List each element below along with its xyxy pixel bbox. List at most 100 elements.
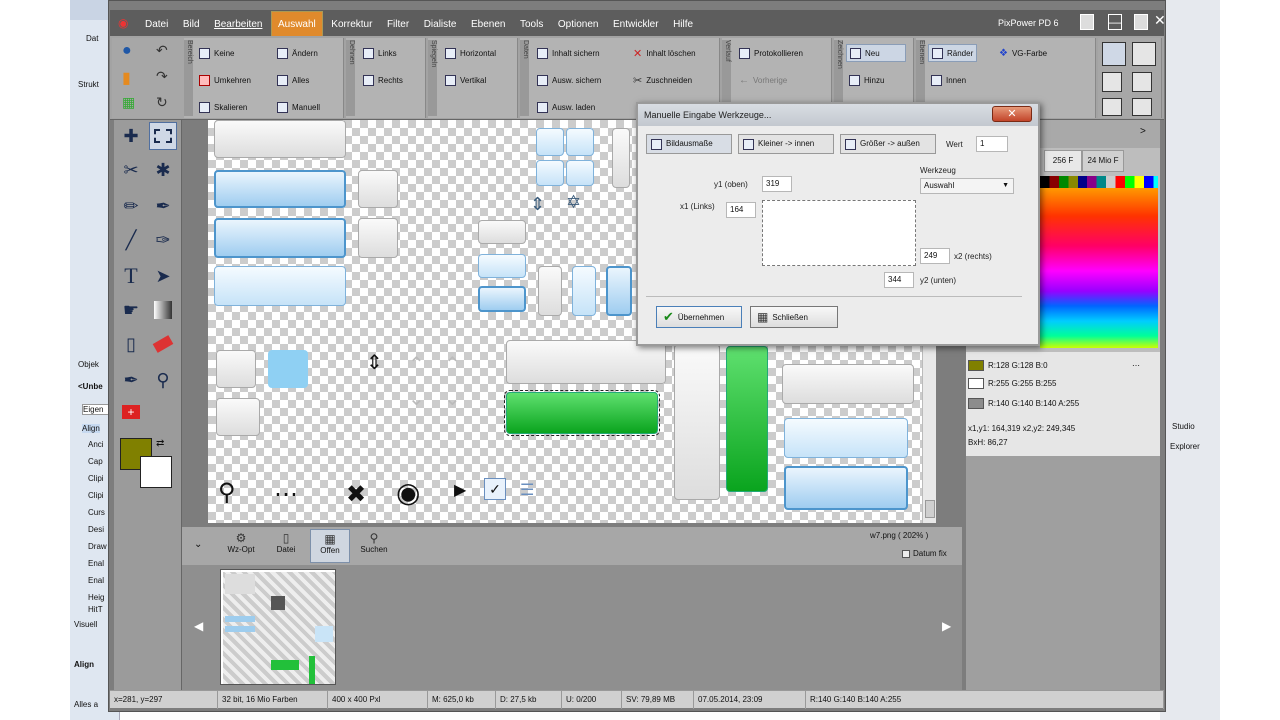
uebernehmen-button[interactable]: ✔ Übernehmen [656, 306, 742, 328]
background-color-swatch[interactable] [140, 456, 172, 488]
rect-select-tool[interactable] [149, 122, 177, 150]
gear-icon: ⚙ [235, 531, 247, 545]
color-palette-grid[interactable] [1040, 176, 1158, 348]
refresh-icon[interactable]: ↻ [156, 94, 168, 111]
prev-arrow-icon[interactable]: ◀ [194, 619, 203, 633]
menu-hilfe[interactable]: Hilfe [667, 12, 699, 38]
innen-button[interactable]: Innen [928, 71, 969, 89]
schliessen-button[interactable]: ▦ Schließen [750, 306, 838, 328]
fit-icon[interactable] [1132, 42, 1156, 66]
links-button[interactable]: Links [360, 44, 400, 62]
menu-ebenen[interactable]: Ebenen [465, 12, 511, 38]
vertikal-button[interactable]: Vertikal [442, 71, 489, 89]
open-icon[interactable]: ▮ [122, 68, 131, 88]
tab-kleiner[interactable]: Kleiner -> innen [738, 134, 834, 154]
user-icon[interactable]: ● [122, 42, 132, 60]
maximize-icon[interactable] [1134, 14, 1148, 30]
fullscreen-icon[interactable] [1102, 42, 1126, 66]
chevron-right-icon[interactable]: > [1140, 126, 1146, 137]
menu-datei[interactable]: Datei [139, 12, 174, 38]
raender-button[interactable]: Ränder [928, 44, 978, 62]
magic-wand-tool[interactable]: ✱ [149, 156, 177, 184]
eyedropper-tool[interactable]: ✑ [149, 226, 177, 254]
ausw-laden-button[interactable]: Ausw. laden [534, 98, 598, 116]
redo-icon[interactable]: ↷ [156, 68, 168, 85]
y2-input[interactable]: 344 [884, 272, 914, 288]
protokollieren-button[interactable]: Protokollieren [736, 44, 806, 62]
umkehren-button[interactable]: Umkehren [196, 71, 254, 89]
more-icon[interactable]: ⋯ [1132, 361, 1140, 370]
x2-input[interactable]: 249 [920, 248, 950, 264]
crop-tool[interactable]: ✂ [117, 156, 145, 184]
dialog-title-bar[interactable]: Manuelle Eingabe Werkzeuge... [638, 104, 1038, 126]
rechts-button[interactable]: Rechts [360, 71, 406, 89]
aendern-button[interactable]: Ändern [274, 44, 321, 62]
neu-button[interactable]: Neu [846, 44, 906, 62]
wert-input[interactable]: 1 [976, 136, 1008, 152]
eraser-tool[interactable] [149, 330, 177, 358]
clone-tool[interactable]: ▯ [117, 330, 145, 358]
zuschneiden-button[interactable]: ✂ Zuschneiden [630, 71, 695, 89]
manuell-button[interactable]: Manuell [274, 98, 323, 116]
fill-tool[interactable]: ➤ [149, 262, 177, 290]
brush-tool[interactable]: ✏ [117, 192, 145, 220]
menu-optionen[interactable]: Optionen [552, 12, 605, 38]
tab-24mio[interactable]: 24 Mio F [1082, 150, 1124, 172]
menu-dialiste[interactable]: Dialiste [418, 12, 463, 38]
swap-colors-icon[interactable]: ⇄ [156, 438, 164, 449]
datei-button[interactable]: ▯ Datei [266, 529, 306, 563]
x1-input[interactable]: 164 [726, 202, 756, 218]
zoom-tool[interactable]: ⚲ [149, 366, 177, 394]
move-selection-tool[interactable]: ✚ [117, 122, 145, 150]
swatch-label: R:140 G:140 B:140 A:255 [988, 398, 1080, 408]
close-icon[interactable]: ✕ [1154, 12, 1166, 29]
tab-bildausmasse[interactable]: Bildausmaße [646, 134, 732, 154]
keine-button[interactable]: Keine [196, 44, 237, 62]
scrollbar-thumb[interactable] [925, 500, 935, 518]
app-icon[interactable]: ◉ [110, 10, 136, 36]
dodge-tool[interactable]: ☛ [117, 296, 145, 324]
horizontal-button[interactable]: Horizontal [442, 44, 499, 62]
offen-button[interactable]: ▦ Offen [310, 529, 350, 563]
print-icon[interactable]: ▦ [122, 94, 135, 111]
ausw-sichern-button[interactable]: Ausw. sichern [534, 71, 604, 89]
tab-256[interactable]: 256 F [1044, 150, 1082, 172]
menu-bearbeiten[interactable]: Bearbeiten [208, 12, 268, 38]
alles-button[interactable]: Alles [274, 71, 312, 89]
minimize-icon[interactable]: — [1108, 14, 1122, 30]
table-icon[interactable] [1132, 72, 1152, 92]
pen-tool[interactable]: ✒ [149, 192, 177, 220]
text-tool[interactable]: T [117, 262, 145, 290]
menu-entwickler[interactable]: Entwickler [607, 12, 665, 38]
vorherige-button[interactable]: ← Vorherige [736, 71, 790, 89]
undo-icon[interactable]: ↶ [156, 42, 168, 59]
dialog-close-button[interactable]: ✕ [992, 106, 1032, 122]
vg-farbe-button[interactable]: ❖ VG-Farbe [996, 44, 1050, 62]
inhalt-loeschen-button[interactable]: ✕ Inhalt löschen [630, 44, 699, 62]
wz-opt-button[interactable]: ⚙ Wz-Opt [220, 529, 262, 563]
datum-fix-checkbox[interactable]: Datum fix [902, 549, 947, 558]
werkzeug-select[interactable]: Auswahl ▼ [920, 178, 1014, 194]
gradient-tool[interactable] [149, 296, 177, 324]
next-arrow-icon[interactable]: ▶ [942, 619, 951, 633]
menu-auswahl[interactable]: Auswahl [270, 11, 323, 39]
first-aid-tool[interactable]: + [117, 398, 145, 426]
line-tool[interactable]: ╱ [117, 226, 145, 254]
color-picker-tool[interactable]: ✒ [117, 366, 145, 394]
y1-input[interactable]: 319 [762, 176, 792, 192]
image-icon[interactable] [1132, 98, 1152, 116]
tab-groesser[interactable]: Größer -> außen [840, 134, 936, 154]
menu-tools[interactable]: Tools [514, 12, 549, 38]
suchen-button[interactable]: ⚲ Suchen [354, 529, 394, 563]
hinzu-button[interactable]: Hinzu [846, 71, 887, 89]
restore-icon[interactable] [1080, 14, 1094, 30]
collapse-chevron-icon[interactable]: ⌄ [194, 539, 202, 550]
skalieren-button[interactable]: Skalieren [196, 98, 250, 116]
menu-bild[interactable]: Bild [177, 12, 206, 38]
inhalt-sichern-button[interactable]: Inhalt sichern [534, 44, 603, 62]
menu-korrektur[interactable]: Korrektur [325, 12, 378, 38]
menu-filter[interactable]: Filter [381, 12, 415, 38]
layout-icon[interactable] [1102, 98, 1122, 116]
image-thumbnail[interactable] [220, 569, 336, 685]
grid-icon[interactable] [1102, 72, 1122, 92]
